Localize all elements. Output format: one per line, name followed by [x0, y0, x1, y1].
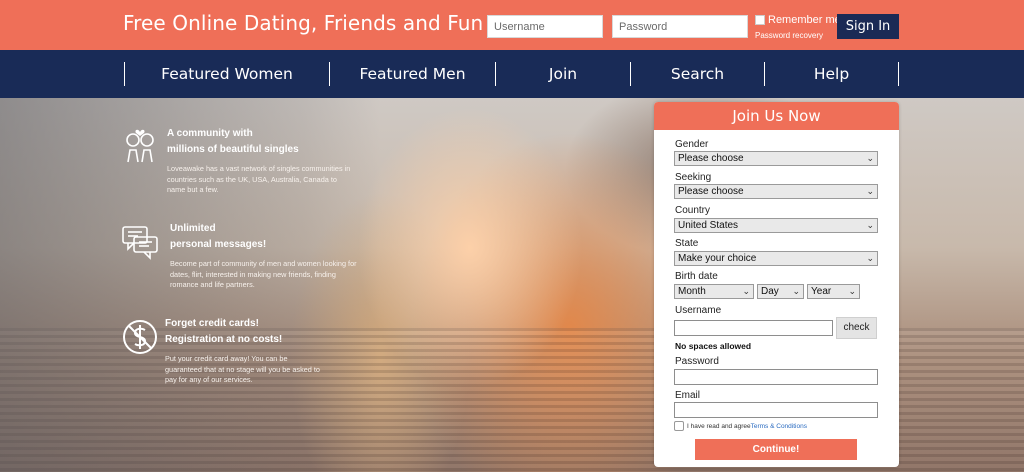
seeking-select[interactable]: Please choose ⌄	[674, 184, 878, 199]
feature-title: personal messages!	[170, 239, 267, 250]
birth-year-select[interactable]: Year ⌄	[807, 284, 860, 299]
remember-me-label: Remember me	[768, 14, 841, 26]
state-label: State	[675, 238, 699, 249]
username-label: Username	[675, 305, 722, 316]
terms-agreement: I have read and agree Terms & Conditions	[674, 421, 807, 431]
nav-divider	[898, 62, 899, 86]
feature-title: millions of beautiful singles	[167, 144, 299, 155]
nav-featured-women[interactable]: Featured Women	[125, 50, 329, 98]
terms-checkbox[interactable]	[674, 421, 684, 431]
join-password-label: Password	[675, 356, 719, 367]
chevron-down-icon: ⌄	[866, 153, 874, 163]
nav-featured-men[interactable]: Featured Men	[330, 50, 495, 98]
state-select-value: Make your choice	[678, 253, 757, 264]
main-nav: Featured Women Featured Men Join Search …	[0, 50, 1024, 98]
birth-day-value: Day	[761, 286, 779, 297]
join-form-panel: Join Us Now Gender Please choose ⌄ Seeki…	[654, 102, 899, 467]
remember-me-checkbox[interactable]	[755, 15, 765, 25]
sign-in-button[interactable]: Sign In	[837, 14, 899, 39]
no-dollar-icon	[123, 320, 157, 354]
password-input[interactable]	[612, 15, 748, 38]
feature-title: Unlimited	[170, 223, 216, 234]
country-label: Country	[675, 205, 711, 216]
nav-join[interactable]: Join	[496, 50, 630, 98]
birth-month-select[interactable]: Month ⌄	[674, 284, 754, 299]
feature-text: Become part of community of men and wome…	[170, 259, 357, 289]
chevron-down-icon: ⌄	[792, 286, 800, 296]
continue-button[interactable]: Continue!	[695, 439, 857, 460]
username-hint: No spaces allowed	[675, 341, 752, 351]
feature-text: Put your credit card away! You can be gu…	[165, 354, 320, 384]
birth-year-value: Year	[811, 286, 832, 297]
chevron-down-icon: ⌄	[742, 286, 750, 296]
chevron-down-icon: ⌄	[866, 220, 874, 230]
couple-icon	[126, 129, 154, 163]
seeking-label: Seeking	[675, 172, 712, 183]
nav-help[interactable]: Help	[765, 50, 898, 98]
password-recovery-link[interactable]: Password recovery	[755, 31, 823, 40]
country-select[interactable]: United States ⌄	[674, 218, 878, 233]
remember-me[interactable]: Remember me	[755, 14, 841, 26]
join-password-input[interactable]	[674, 369, 878, 385]
gender-select[interactable]: Please choose ⌄	[674, 151, 878, 166]
terms-link[interactable]: Terms & Conditions	[751, 423, 807, 430]
state-select[interactable]: Make your choice ⌄	[674, 251, 878, 266]
feature-text: Loveawake has a vast network of singles …	[167, 164, 351, 194]
chevron-down-icon: ⌄	[866, 186, 874, 196]
gender-label: Gender	[675, 139, 709, 150]
check-username-button[interactable]: check	[836, 317, 877, 339]
site-title: Free Online Dating, Friends and Fun	[123, 11, 484, 35]
email-label: Email	[675, 390, 701, 401]
birth-day-select[interactable]: Day ⌄	[757, 284, 804, 299]
country-select-value: United States	[678, 220, 739, 231]
chevron-down-icon: ⌄	[866, 253, 874, 263]
feature-title: Registration at no costs!	[165, 334, 283, 345]
birth-month-value: Month	[678, 286, 706, 297]
feature-title: A community with	[167, 128, 253, 139]
chevron-down-icon: ⌄	[848, 286, 856, 296]
feature-title: Forget credit cards!	[165, 318, 259, 329]
join-username-input[interactable]	[674, 320, 833, 336]
seeking-select-value: Please choose	[678, 186, 744, 197]
join-form-title: Join Us Now	[654, 102, 899, 130]
birth-date-label: Birth date	[675, 271, 718, 282]
username-input[interactable]	[487, 15, 603, 38]
top-header: Free Online Dating, Friends and Fun Reme…	[0, 0, 1024, 50]
chat-bubbles-icon	[122, 226, 158, 260]
email-input[interactable]	[674, 402, 878, 418]
terms-text: I have read and agree	[687, 422, 751, 430]
gender-select-value: Please choose	[678, 153, 744, 164]
nav-search[interactable]: Search	[631, 50, 764, 98]
